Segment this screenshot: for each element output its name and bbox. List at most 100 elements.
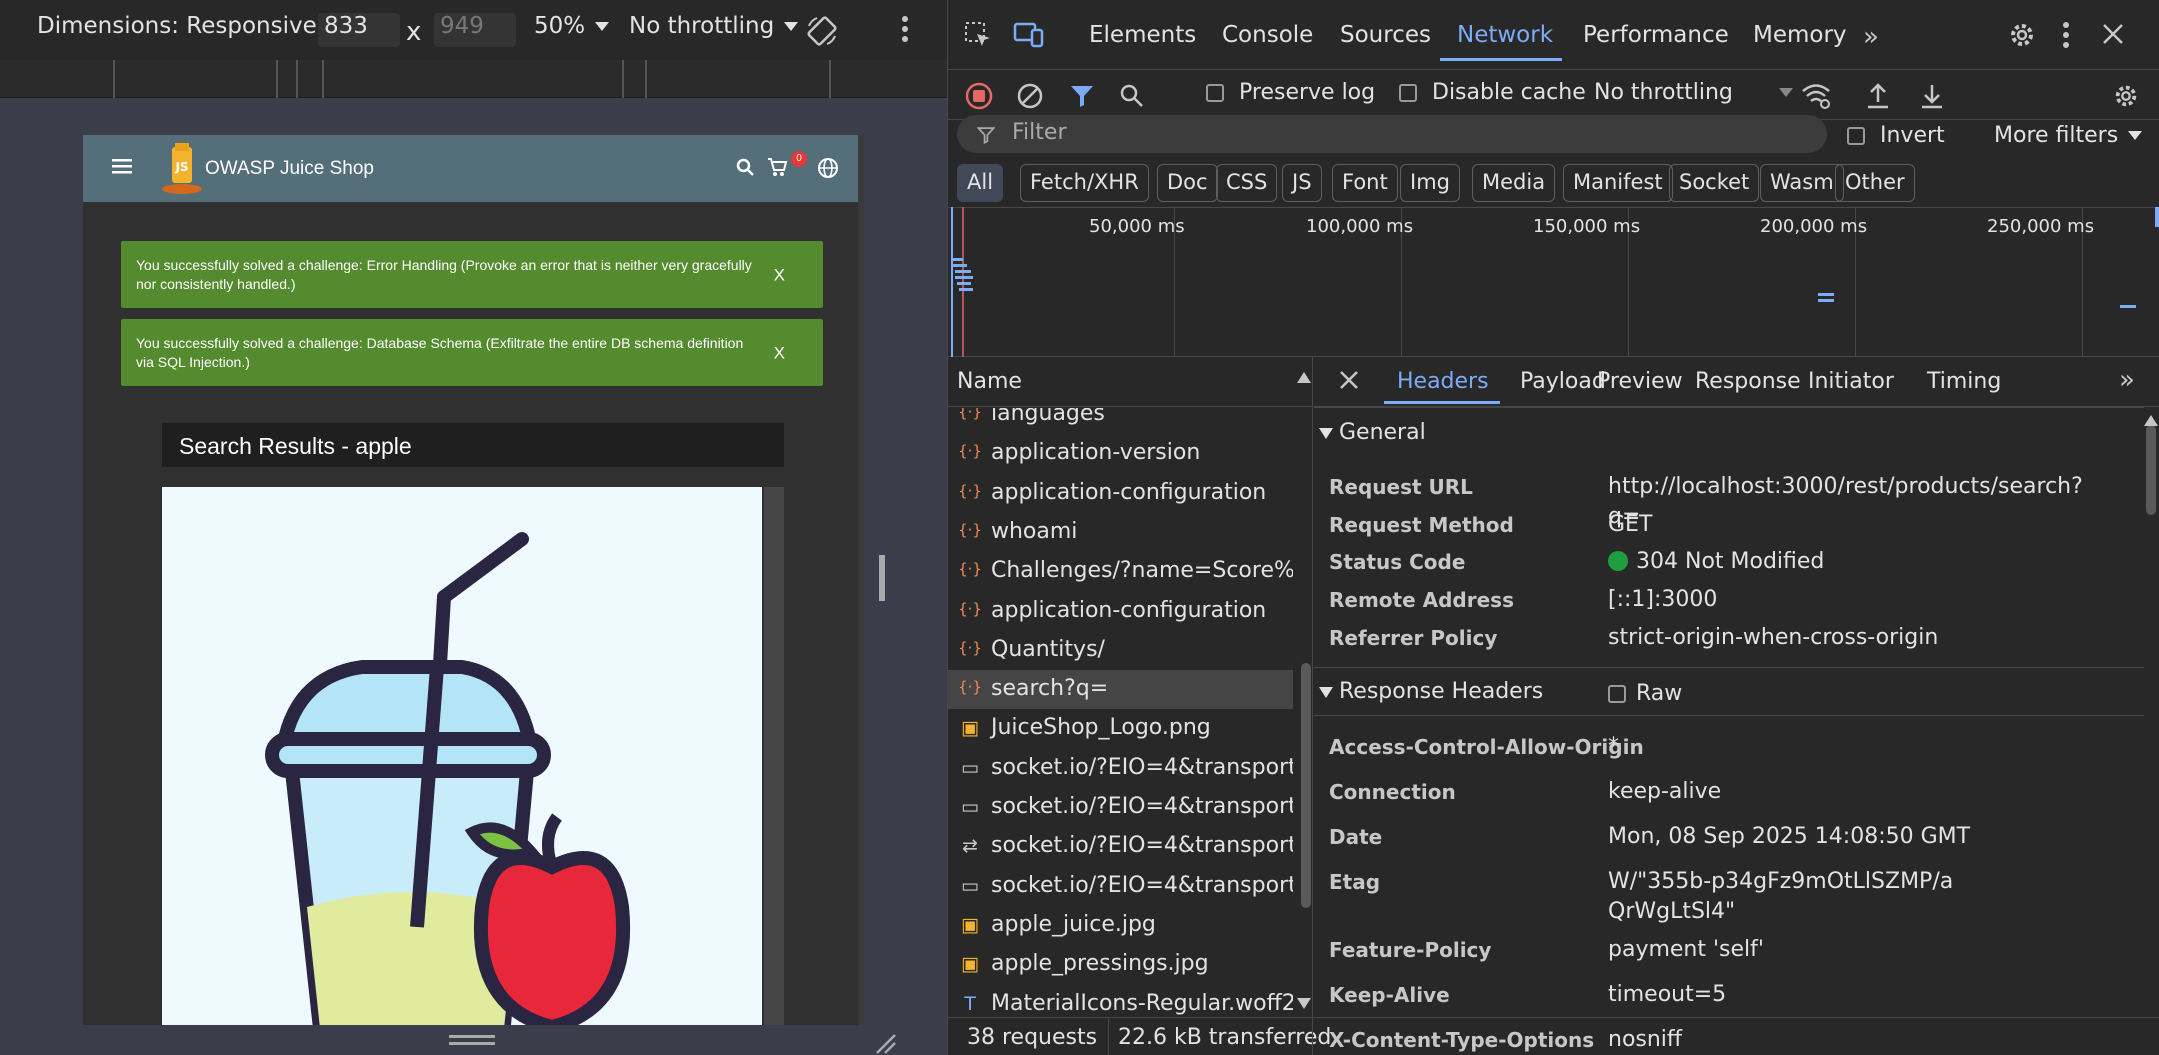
filter-chip-other[interactable]: Other: [1835, 164, 1915, 202]
header-value[interactable]: W/"355b-p34gFz9mOtLlSZMP/aQrWgLtSl4": [1608, 867, 1968, 927]
toast-close-button[interactable]: X: [774, 265, 785, 284]
disable-cache-checkbox[interactable]: Disable cache: [1399, 80, 1586, 105]
tab-response[interactable]: Response: [1695, 369, 1801, 394]
filter-chip-manifest[interactable]: Manifest: [1563, 164, 1673, 202]
filter-chip-wasm[interactable]: Wasm: [1760, 164, 1844, 202]
app-title[interactable]: OWASP Juice Shop: [205, 158, 374, 180]
inspect-element-icon[interactable]: [963, 20, 993, 50]
scroll-down-arrow-icon[interactable]: [1297, 998, 1311, 1009]
filter-chip-media[interactable]: Media: [1472, 164, 1556, 202]
request-row[interactable]: {·} Challenges/?name=Score%...: [948, 552, 1293, 591]
more-tabs-chevron-icon[interactable]: »: [1863, 22, 1879, 52]
details-scrollbar[interactable]: [2146, 425, 2156, 515]
filter-chip-js[interactable]: JS: [1282, 164, 1322, 202]
filter-input[interactable]: Filter: [957, 115, 1827, 153]
request-row[interactable]: {·} application-configuration: [948, 474, 1293, 513]
request-row[interactable]: ▣ JuiceShop_Logo.png: [948, 709, 1293, 748]
filter-chip-css[interactable]: CSS: [1216, 164, 1278, 202]
search-icon[interactable]: [1119, 83, 1145, 109]
close-details-icon[interactable]: [1338, 369, 1360, 391]
header-value[interactable]: 304 Not Modified: [1608, 547, 2108, 577]
export-har-icon[interactable]: [1919, 82, 1945, 110]
height-input[interactable]: 949: [434, 13, 516, 47]
request-row[interactable]: {·} whoami: [948, 513, 1293, 552]
request-row[interactable]: ⇄ socket.io/?EIO=4&transport...: [948, 827, 1293, 866]
header-value[interactable]: payment 'self': [1608, 935, 2108, 965]
filter-chip-font[interactable]: Font: [1332, 164, 1398, 202]
device-toolbar-icon[interactable]: [1012, 20, 1044, 50]
dimensions-dropdown[interactable]: Dimensions: Responsive: [37, 13, 341, 39]
width-input[interactable]: 833: [318, 13, 400, 47]
request-row[interactable]: {·} application-configuration: [948, 592, 1293, 631]
language-globe-icon[interactable]: [817, 157, 839, 184]
network-throttling-dropdown[interactable]: No throttling: [1594, 80, 1793, 105]
more-options-icon[interactable]: [900, 14, 910, 44]
filter-chip-all[interactable]: All: [957, 164, 1004, 202]
tab-elements[interactable]: Elements: [1089, 22, 1196, 48]
header-value[interactable]: timeout=5: [1608, 980, 2108, 1010]
filter-chip-fetch-xhr[interactable]: Fetch/XHR: [1020, 164, 1149, 202]
media-query-ruler[interactable]: [0, 60, 947, 98]
filter-funnel-icon[interactable]: [1069, 83, 1095, 109]
request-row[interactable]: T MaterialIcons-Regular.woff2: [948, 985, 1293, 1017]
toast-close-button[interactable]: X: [774, 343, 785, 362]
tab-memory[interactable]: Memory: [1753, 22, 1847, 48]
network-conditions-wifi-icon[interactable]: [1801, 82, 1831, 110]
filter-chip-img[interactable]: Img: [1400, 164, 1460, 202]
request-row[interactable]: ▭ socket.io/?EIO=4&transport...: [948, 749, 1293, 788]
tab-sources[interactable]: Sources: [1340, 22, 1431, 48]
close-devtools-icon[interactable]: [2101, 22, 2125, 46]
record-stop-icon[interactable]: [965, 82, 993, 110]
name-column-header[interactable]: Name: [948, 357, 1313, 407]
general-section-toggle[interactable]: General: [1314, 420, 2144, 460]
header-value[interactable]: *: [1608, 732, 2108, 762]
response-headers-toggle[interactable]: Response Headers Raw: [1314, 679, 2144, 719]
juice-shop-logo[interactable]: JS: [160, 143, 204, 200]
request-list-scrollbar[interactable]: [1301, 663, 1311, 908]
request-row[interactable]: ▣ apple_pressings.jpg: [948, 945, 1293, 984]
import-har-icon[interactable]: [1865, 82, 1891, 110]
scroll-up-arrow-icon[interactable]: [2144, 415, 2158, 426]
search-icon[interactable]: [736, 158, 755, 182]
request-row[interactable]: ▣ apple_juice.jpg: [948, 906, 1293, 945]
bottom-resize-handle[interactable]: [83, 1025, 896, 1055]
kebab-menu-icon[interactable]: [2061, 20, 2071, 50]
devtools-tab-bar: Elements Console Sources Network Perform…: [948, 0, 2159, 70]
tab-payload[interactable]: Payload: [1520, 369, 1606, 394]
request-row[interactable]: {·} application-version: [948, 434, 1293, 473]
tab-timing[interactable]: Timing: [1927, 369, 2001, 394]
viewport-resize-handle[interactable]: [858, 135, 885, 1025]
header-value[interactable]: GET: [1608, 510, 2108, 540]
filter-chip-doc[interactable]: Doc: [1157, 164, 1218, 202]
raw-checkbox[interactable]: Raw: [1608, 681, 1682, 706]
invert-checkbox[interactable]: Invert: [1847, 123, 1945, 148]
request-row[interactable]: ▭ socket.io/?EIO=4&transport...: [948, 788, 1293, 827]
request-row[interactable]: {·} languages: [948, 408, 1293, 434]
filter-chip-socket[interactable]: Socket: [1669, 164, 1760, 202]
cart-icon[interactable]: [766, 156, 788, 183]
settings-gear-icon[interactable]: [2007, 20, 2037, 50]
header-value[interactable]: Mon, 08 Sep 2025 14:08:50 GMT: [1608, 822, 2108, 852]
tab-initiator[interactable]: Initiator: [1808, 369, 1894, 394]
throttling-dropdown[interactable]: No throttling: [629, 13, 799, 39]
menu-icon[interactable]: [112, 158, 132, 179]
request-row[interactable]: {·} search?q=: [948, 670, 1293, 710]
header-value[interactable]: keep-alive: [1608, 777, 2108, 807]
network-settings-gear-icon[interactable]: [2112, 82, 2140, 110]
tab-preview[interactable]: Preview: [1597, 369, 1683, 394]
tab-headers[interactable]: Headers: [1397, 369, 1489, 394]
tab-network[interactable]: Network: [1457, 22, 1553, 48]
clear-icon[interactable]: [1016, 82, 1044, 110]
request-row[interactable]: ▭ socket.io/?EIO=4&transport...: [948, 867, 1293, 906]
rotate-icon[interactable]: [805, 14, 839, 48]
tab-console[interactable]: Console: [1222, 22, 1313, 48]
header-value[interactable]: [::1]:3000: [1608, 585, 2108, 615]
header-value[interactable]: strict-origin-when-cross-origin: [1608, 623, 2108, 653]
tab-performance[interactable]: Performance: [1583, 22, 1729, 48]
preserve-log-checkbox[interactable]: Preserve log: [1206, 80, 1375, 105]
more-filters-dropdown[interactable]: More filters: [1994, 123, 2143, 148]
more-tabs-chevron-icon[interactable]: »: [2119, 365, 2135, 395]
product-card[interactable]: [162, 487, 762, 1025]
zoom-dropdown[interactable]: 50%: [534, 13, 610, 39]
request-row[interactable]: {·} Quantitys/: [948, 631, 1293, 670]
